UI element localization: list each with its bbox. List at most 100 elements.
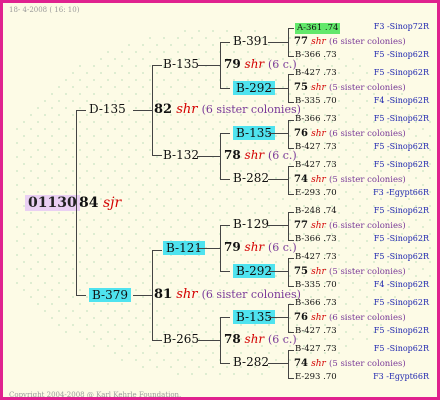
bg-dot (149, 345, 151, 347)
bg-dot (317, 247, 319, 249)
bg-dot (205, 79, 207, 81)
bg-dot (44, 170, 46, 172)
bg-dot (30, 156, 32, 158)
gen4-top[interactable]: B-427 .73 (295, 69, 337, 78)
gen3-dam[interactable]: B-282 (233, 356, 269, 368)
bg-dot (170, 184, 172, 186)
race-label: shr (244, 240, 265, 254)
bg-dot (275, 135, 277, 137)
bg-dot (51, 303, 53, 305)
connector (220, 133, 221, 179)
gen4-bottom[interactable]: B-366 .73 (295, 51, 337, 60)
bg-dot (79, 191, 81, 193)
bg-dot (135, 359, 137, 361)
bg-dot (149, 247, 151, 249)
gen4-bottom[interactable]: E-293 .70 (295, 189, 337, 198)
bg-dot (338, 170, 340, 172)
bg-dot (184, 352, 186, 354)
gen4-bottom[interactable]: B-366 .73 (295, 235, 337, 244)
bg-dot (205, 163, 207, 165)
bg-dot (422, 226, 424, 228)
bg-dot (23, 135, 25, 137)
bg-dot (163, 177, 165, 179)
gen4-bottom[interactable]: B-427 .73 (295, 327, 337, 336)
bg-dot (289, 93, 291, 95)
gen4-top[interactable]: B-366 .73 (295, 299, 337, 308)
bg-dot (240, 100, 242, 102)
bg-dot (30, 268, 32, 270)
bg-dot (72, 72, 74, 74)
gen3-sire[interactable]: B-391 (233, 35, 269, 47)
bg-dot (429, 177, 431, 179)
bg-dot (366, 310, 368, 312)
bg-dot (114, 184, 116, 186)
bg-dot (408, 128, 410, 130)
bg-dot (282, 142, 284, 144)
bg-dot (16, 198, 18, 200)
bg-dot (240, 30, 242, 32)
bg-dot (114, 310, 116, 312)
bg-dot (177, 79, 179, 81)
bg-dot (142, 254, 144, 256)
bg-dot (135, 275, 137, 277)
bg-dot (282, 324, 284, 326)
bg-dot (254, 198, 256, 200)
bg-dot (338, 310, 340, 312)
score-num: 78 (224, 148, 241, 162)
bg-dot (198, 352, 200, 354)
bg-dot (58, 86, 60, 88)
bg-dot (79, 331, 81, 333)
gen2-id[interactable]: B-132 (163, 149, 199, 161)
bg-dot (149, 261, 151, 263)
connector (152, 155, 162, 156)
gen4-bottom[interactable]: B-335 .70 (295, 281, 337, 290)
bg-dot (205, 317, 207, 319)
bg-dot (100, 226, 102, 228)
gen4-bottom[interactable]: E-293 .70 (295, 373, 337, 382)
bg-dot (359, 79, 361, 81)
gen1-id[interactable]: B-379 (89, 288, 131, 302)
gen2-id[interactable]: B-135 (163, 58, 199, 70)
bg-dot (163, 317, 165, 319)
bg-dot (163, 359, 165, 361)
gen4-top[interactable]: B-427 .73 (295, 253, 337, 262)
bg-dot (415, 107, 417, 109)
bg-dot (37, 191, 39, 193)
bg-dot (177, 191, 179, 193)
bg-dot (100, 86, 102, 88)
bg-dot (30, 212, 32, 214)
gen4-top[interactable]: A-361 .74 (295, 23, 341, 34)
gen3-sire[interactable]: B-129 (233, 218, 269, 230)
bg-dot (429, 149, 431, 151)
connector (220, 88, 230, 89)
bg-dot (156, 352, 158, 354)
connector (220, 225, 230, 226)
bg-dot (86, 156, 88, 158)
bg-dot (338, 212, 340, 214)
bg-dot (93, 93, 95, 95)
bg-dot (387, 79, 389, 81)
gen4-top[interactable]: B-366 .73 (295, 115, 337, 124)
root-id[interactable]: 01130 (25, 195, 80, 211)
bg-dot (345, 331, 347, 333)
gen2-id[interactable]: B-265 (163, 333, 199, 345)
bg-dot (156, 366, 158, 368)
gen4-bottom[interactable]: B-335 .70 (295, 97, 337, 106)
gen4-top[interactable]: B-427 .73 (295, 345, 337, 354)
bg-dot (177, 233, 179, 235)
gen3-dam[interactable]: B-282 (233, 172, 269, 184)
bg-dot (121, 149, 123, 151)
bg-dot (72, 184, 74, 186)
gen4-top[interactable]: B-248 .74 (295, 207, 337, 216)
bg-dot (37, 163, 39, 165)
gen4-location-top: F5 -Sinop62R (373, 206, 429, 215)
bg-dot (149, 275, 151, 277)
gen1-id[interactable]: D-135 (89, 103, 126, 115)
bg-dot (338, 282, 340, 284)
bg-dot (289, 233, 291, 235)
gen4-top[interactable]: B-427 .73 (295, 161, 337, 170)
bg-dot (352, 296, 354, 298)
connector (288, 166, 289, 194)
gen4-bottom[interactable]: B-427 .73 (295, 143, 337, 152)
bg-dot (37, 121, 39, 123)
